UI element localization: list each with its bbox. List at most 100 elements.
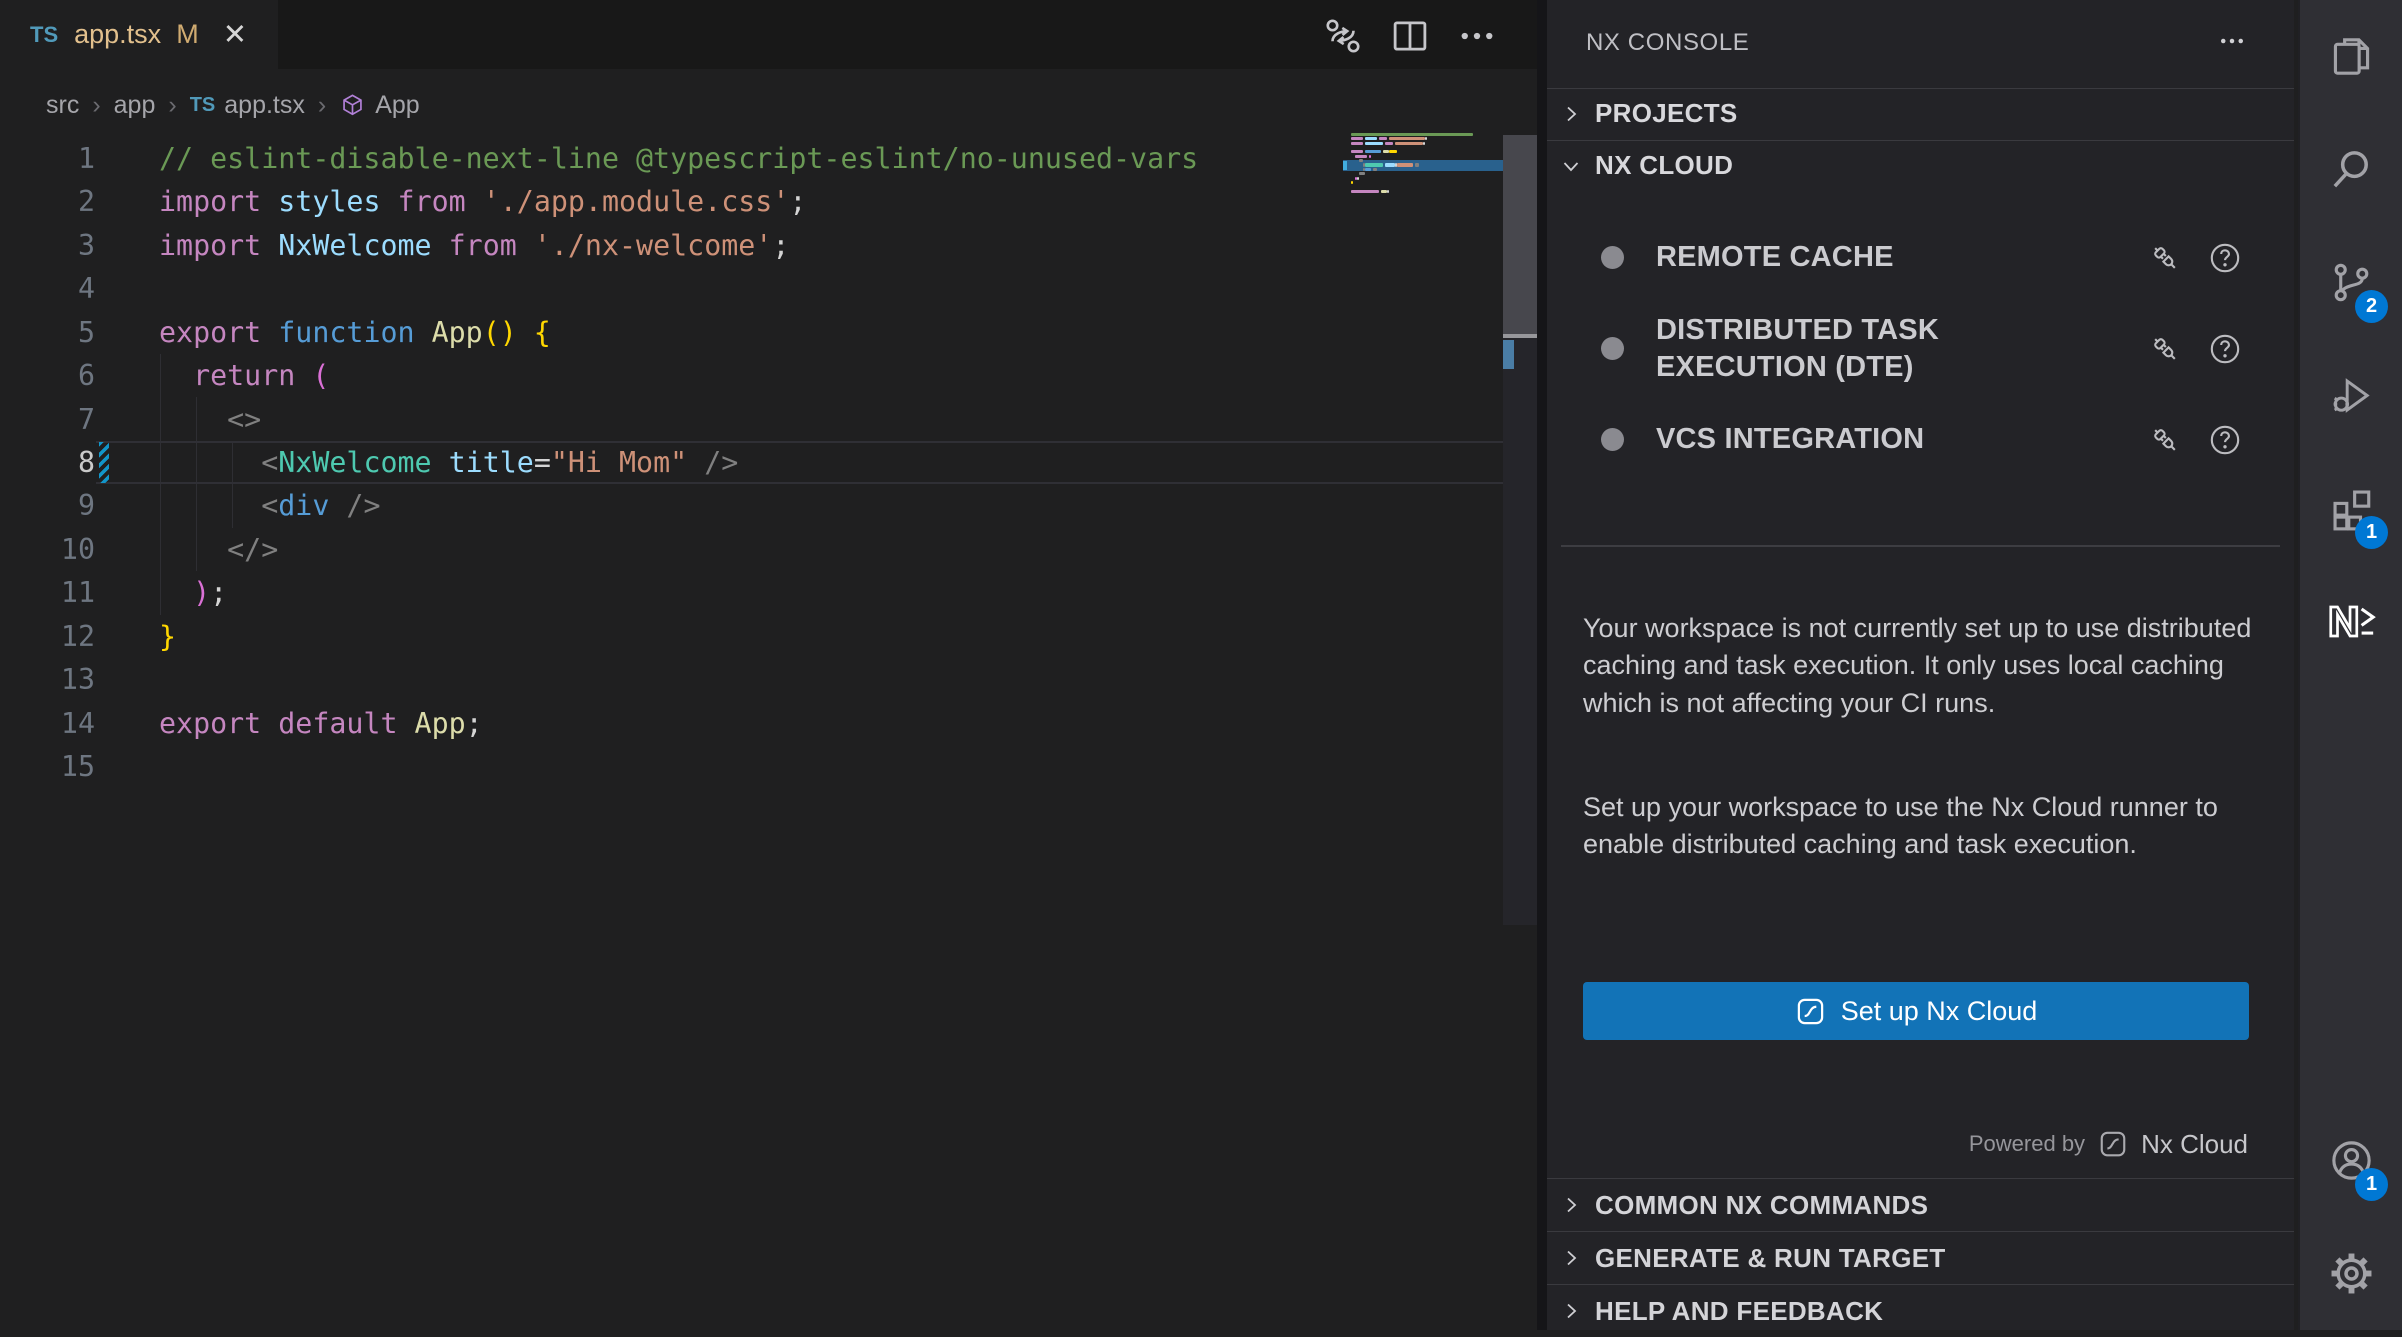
- section-projects[interactable]: PROJECTS: [1547, 88, 2294, 138]
- minimap[interactable]: [1343, 133, 1503, 213]
- line-number: 4: [0, 267, 95, 310]
- feature-actions: [2148, 423, 2242, 457]
- feature-label: REMOTE CACHE: [1656, 239, 2096, 276]
- line-number: 14: [0, 702, 95, 745]
- feature-vcs-integration: VCS INTEGRATION: [1547, 394, 2294, 485]
- breadcrumb-label: app: [114, 91, 156, 120]
- run-debug-icon: [2328, 372, 2375, 419]
- code-text: </>: [159, 528, 278, 571]
- panel-divider[interactable]: [1537, 0, 1547, 1330]
- breadcrumb-item-app[interactable]: App: [339, 91, 419, 120]
- breadcrumb-item-app[interactable]: app: [114, 91, 156, 120]
- remote-cache-connect-button[interactable]: [2148, 241, 2182, 275]
- breadcrumb-separator: ›: [318, 91, 326, 120]
- code-line[interactable]: 15: [0, 745, 1503, 788]
- code-line[interactable]: 8 <NxWelcome title="Hi Mom" />: [0, 441, 1503, 484]
- vcs-integration-help-button[interactable]: [2208, 423, 2242, 457]
- vcs-integration-connect-button[interactable]: [2148, 423, 2182, 457]
- git-modified-gutter-indicator[interactable]: [99, 442, 109, 483]
- section-common-nx-commands[interactable]: COMMON NX COMMANDS: [1547, 1178, 2294, 1231]
- activity-run-debug[interactable]: [2300, 339, 2402, 452]
- line-number: 7: [0, 398, 95, 441]
- code-text: return (: [159, 354, 329, 397]
- typescript-file-icon: TS: [190, 94, 216, 117]
- activity-source-control[interactable]: 2: [2300, 226, 2402, 339]
- breadcrumb-item-app-tsx[interactable]: TSapp.tsx: [190, 91, 305, 120]
- code-text: import NxWelcome from './nx-welcome';: [159, 224, 789, 267]
- feature-label: DISTRIBUTED TASK EXECUTION (DTE): [1656, 312, 2096, 386]
- line-number: 13: [0, 658, 95, 701]
- section-nx-cloud[interactable]: NX CLOUD: [1547, 140, 2294, 190]
- scrollbar-thumb[interactable]: [1503, 135, 1537, 334]
- section-label: PROJECTS: [1595, 98, 1738, 129]
- activity-nx-console[interactable]: [2300, 565, 2402, 678]
- close-icon[interactable]: ✕: [223, 17, 247, 52]
- activity-extensions[interactable]: 1: [2300, 452, 2402, 565]
- code-editor[interactable]: 1 // eslint-disable-next-line @typescript…: [0, 0, 1540, 1330]
- activity-bar-spacer: [2300, 678, 2402, 1104]
- current-line-highlight: [96, 441, 1503, 443]
- setup-hint-text: Set up your workspace to use the Nx Clou…: [1583, 789, 2261, 864]
- breadcrumb-item-src[interactable]: src: [46, 91, 79, 120]
- activity-search[interactable]: [2300, 113, 2402, 226]
- remote-cache-help-button[interactable]: [2208, 241, 2242, 275]
- tab-app-tsx[interactable]: TS app.tsx M ✕: [0, 0, 278, 69]
- code-text: <>: [159, 398, 261, 441]
- activity-settings[interactable]: [2300, 1217, 2402, 1330]
- code-text: // eslint-disable-next-line @typescript-…: [159, 137, 1198, 180]
- split-editor-button[interactable]: [1389, 15, 1431, 57]
- section-label: COMMON NX COMMANDS: [1595, 1190, 1928, 1221]
- code-text: import styles from './app.module.css';: [159, 180, 806, 223]
- status-dot: [1601, 246, 1624, 269]
- activity-explorer[interactable]: [2300, 0, 2402, 113]
- code-text: );: [159, 571, 227, 614]
- search-icon: [2328, 146, 2375, 193]
- line-number: 12: [0, 615, 95, 658]
- line-number: 1: [0, 137, 95, 180]
- code-line[interactable]: 5 export function App() {: [0, 311, 1503, 354]
- code-line[interactable]: 6 return (: [0, 354, 1503, 397]
- code-line[interactable]: 11 );: [0, 571, 1503, 614]
- nx-cloud-logo-icon: [2098, 1129, 2128, 1159]
- code-line[interactable]: 4: [0, 267, 1503, 310]
- line-number: 6: [0, 354, 95, 397]
- activity-accounts[interactable]: 1: [2300, 1104, 2402, 1217]
- code-line[interactable]: 2import styles from './app.module.css';: [0, 180, 1503, 223]
- code-line[interactable]: 10 </>: [0, 528, 1503, 571]
- code-line[interactable]: 12}: [0, 615, 1503, 658]
- code-line[interactable]: 7 <>: [0, 398, 1503, 441]
- section-help-and-feedback[interactable]: HELP AND FEEDBACK: [1547, 1284, 2294, 1337]
- tab-label: app.tsx: [74, 19, 161, 50]
- line-number: 5: [0, 311, 95, 354]
- vscode-window: 1 // eslint-disable-next-line @typescript…: [0, 0, 2402, 1330]
- setup-nx-cloud-button[interactable]: Set up Nx Cloud: [1583, 982, 2249, 1040]
- open-changes-button[interactable]: [1322, 15, 1364, 57]
- powered-by-label: Powered by: [1969, 1131, 2085, 1157]
- code-line[interactable]: 1 // eslint-disable-next-line @typescript…: [0, 137, 1503, 180]
- settings-gear-icon: [2328, 1250, 2375, 1297]
- feature-label: VCS INTEGRATION: [1656, 421, 2096, 458]
- typescript-file-icon: TS: [30, 22, 58, 48]
- more-actions-icon[interactable]: [2214, 26, 2250, 56]
- activity-bar: 2 1 1: [2298, 0, 2402, 1330]
- section-generate-run-target[interactable]: GENERATE & RUN TARGET: [1547, 1231, 2294, 1284]
- panel-bottom-sections: COMMON NX COMMANDS GENERATE & RUN TARGET H…: [1547, 1178, 2294, 1337]
- editor-toolbar: [1322, 13, 1498, 59]
- feature-actions: [2148, 332, 2242, 366]
- code-text: export function App() {: [159, 311, 551, 354]
- breadcrumb: src›app›TSapp.tsx›App: [46, 82, 420, 128]
- code-text: }: [159, 615, 176, 658]
- scrollbar-thumb-end: [1503, 334, 1537, 338]
- code-line[interactable]: 14export default App;: [0, 702, 1503, 745]
- distributed-task-execution-connect-button[interactable]: [2148, 332, 2182, 366]
- line-number: 9: [0, 484, 95, 527]
- line-number: 15: [0, 745, 95, 788]
- code-line[interactable]: 9 <div />: [0, 484, 1503, 527]
- distributed-task-execution-help-button[interactable]: [2208, 332, 2242, 366]
- more-actions-button[interactable]: [1456, 15, 1498, 57]
- code-line[interactable]: 3import NxWelcome from './nx-welcome';: [0, 224, 1503, 267]
- section-label: GENERATE & RUN TARGET: [1595, 1243, 1946, 1274]
- breadcrumb-separator: ›: [168, 91, 176, 120]
- tab-bar: TS app.tsx M ✕: [0, 0, 1540, 69]
- code-line[interactable]: 13: [0, 658, 1503, 701]
